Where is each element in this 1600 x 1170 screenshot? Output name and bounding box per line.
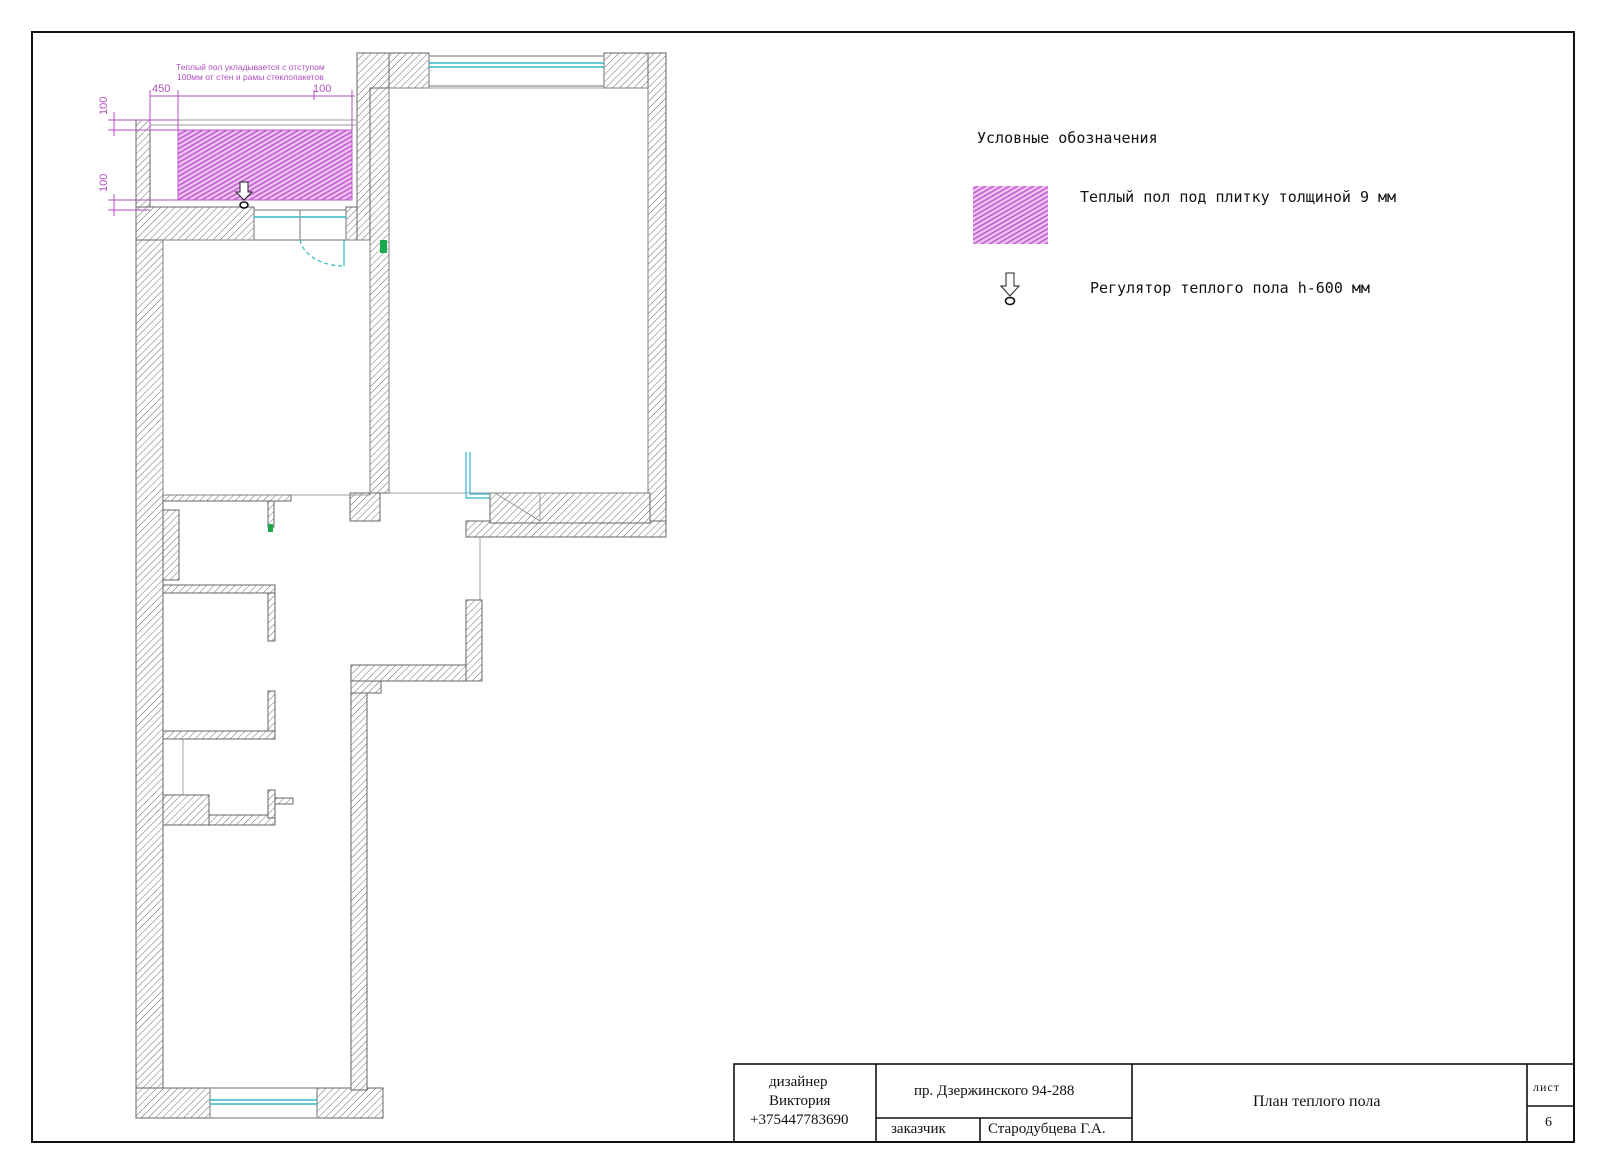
dimension-100-vertical-top: 100: [98, 96, 110, 115]
client-name: Стародубцева Г.А.: [988, 1121, 1106, 1137]
legend-item-floor-heating: Теплый пол под плитку толщиной 9 мм: [1080, 188, 1397, 206]
dimension-450: 450: [152, 83, 171, 95]
legend-item-thermostat: Регулятор теплого пола h-600 мм: [1090, 279, 1370, 297]
title-block-grid: [733, 1063, 1575, 1143]
legend-title: Условные обозначения: [977, 129, 1158, 147]
sheet-title: План теплого пола: [1253, 1093, 1381, 1110]
floor-heating-plan-drawing: [31, 31, 1575, 1143]
project-address: пр. Дзержинского 94-288: [914, 1083, 1075, 1099]
floor-heating-note: Теплый пол укладывается с отступом 100мм…: [176, 62, 325, 82]
designer-name: Виктория: [769, 1093, 831, 1109]
green-marker: [380, 240, 387, 253]
designer-role: дизайнер: [769, 1074, 828, 1090]
balcony-door: [299, 239, 345, 267]
sheet-number: 6: [1545, 1115, 1552, 1130]
client-label: заказчик: [891, 1121, 946, 1137]
designer-phone: +375447783690: [750, 1112, 849, 1128]
sheet-label: лист: [1533, 1080, 1560, 1094]
floor-heating-note-line1: Теплый пол укладывается с отступом: [176, 62, 325, 72]
wardrobe-door: [465, 452, 490, 499]
walls: [135, 52, 667, 1119]
green-marker: [268, 524, 273, 532]
floor-heating-area: [177, 129, 353, 201]
legend-thermostat-icon: [999, 272, 1021, 306]
dimension-100-top: 100: [313, 83, 332, 95]
legend-hatch-swatch: [973, 186, 1048, 244]
dimension-100-vertical-bottom: 100: [98, 173, 110, 192]
floor-heating-note-line2: 100мм от стен и рамы стеклопакетов: [176, 72, 324, 82]
